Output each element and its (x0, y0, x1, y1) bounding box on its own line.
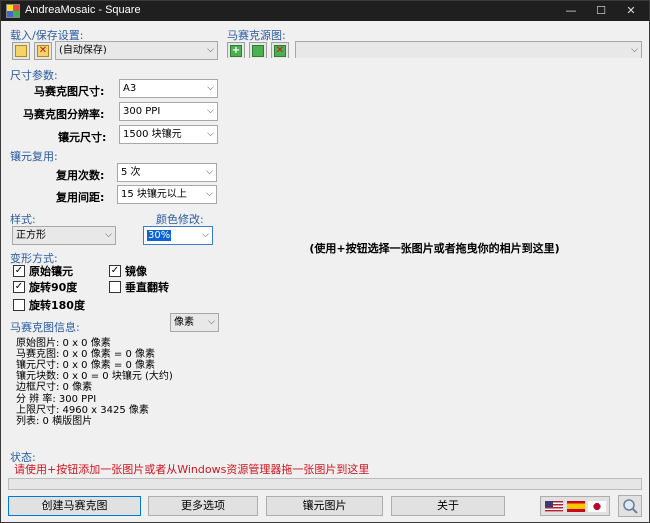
minimize-button[interactable]: — (556, 1, 586, 21)
checkbox-mirror-box[interactable]: ✓ (109, 265, 121, 277)
reuse-distance-value: 15 块镶元以上 (121, 189, 187, 200)
language-selector[interactable] (540, 496, 610, 516)
mosaic-source-heading: 马赛克源图: (227, 29, 286, 42)
chevron-down-icon: ⌵ (207, 106, 214, 116)
chevron-down-icon: ⌵ (207, 129, 214, 139)
us-flag-icon[interactable] (545, 501, 563, 512)
mosaic-size-label: 马赛克图尺寸: (34, 85, 105, 98)
spain-flag-icon[interactable] (567, 501, 585, 512)
reuse-count-value: 5 次 (121, 167, 141, 178)
checkbox-original-tile[interactable]: ✓ 原始镶元 (13, 263, 73, 279)
tile-size-select[interactable]: 1500 块镶元 ⌵ (119, 125, 218, 144)
more-options-button[interactable]: 更多选项 (148, 496, 258, 516)
tile-images-button[interactable]: 镶元图片 (266, 496, 383, 516)
load-icon (15, 45, 27, 57)
settings-preset-select[interactable]: (自动保存) ⌵ (55, 41, 218, 60)
image-drop-area[interactable]: (使用+按钮选择一张图片或者拖曳你的相片到这里) (227, 58, 642, 442)
resolution-select[interactable]: 300 PPI ⌵ (119, 102, 218, 121)
info-list: 列表: 0 横版图片 (16, 416, 93, 427)
reuse-distance-label: 复用间距: (56, 191, 105, 204)
checkbox-vertical-flip-box[interactable] (109, 281, 121, 293)
checkbox-rotate-180-label: 旋转180度 (29, 299, 85, 312)
remove-image-icon: ✕ (274, 45, 286, 57)
checkbox-mirror[interactable]: ✓ 镜像 (109, 263, 147, 279)
checkbox-rotate-90-box[interactable]: ✓ (13, 281, 25, 293)
checkbox-original-tile-box[interactable]: ✓ (13, 265, 25, 277)
style-value: 正方形 (16, 230, 46, 241)
create-mosaic-button[interactable]: 创建马赛克图 (8, 496, 141, 516)
checkbox-rotate-90-label: 旋转90度 (29, 281, 78, 294)
checkbox-original-tile-label: 原始镶元 (29, 265, 73, 278)
chevron-down-icon: ⌵ (202, 230, 209, 240)
maximize-button[interactable]: ☐ (586, 1, 616, 21)
reuse-count-select[interactable]: 5 次 ⌵ (117, 163, 217, 182)
unit-value: 像素 (174, 317, 194, 328)
chevron-down-icon: ⌵ (105, 230, 112, 240)
magnifier-icon (623, 499, 638, 514)
chevron-down-icon: ⌵ (631, 45, 638, 55)
tile-size-value: 1500 块镶元 (123, 129, 182, 140)
chevron-down-icon: ⌵ (207, 83, 214, 93)
zoom-button[interactable] (618, 495, 642, 517)
settings-preset-value: (自动保存) (59, 45, 107, 56)
style-select[interactable]: 正方形 ⌵ (12, 226, 116, 245)
color-change-select[interactable]: 30% ⌵ (143, 226, 213, 245)
app-logo-icon (6, 4, 20, 18)
reuse-count-label: 复用次数: (56, 169, 105, 182)
app-window: AndreaMosaic - Square — ☐ ✕ 载入/保存设置: ✕ (… (0, 0, 650, 523)
chevron-down-icon: ⌵ (206, 167, 213, 177)
checkbox-vertical-flip[interactable]: 垂直翻转 (109, 279, 169, 295)
checkbox-mirror-label: 镜像 (125, 265, 147, 278)
checkbox-vertical-flip-label: 垂直翻转 (125, 281, 169, 294)
japan-flag-icon[interactable] (588, 501, 606, 512)
mosaic-size-value: A3 (123, 83, 137, 94)
close-button[interactable]: ✕ (616, 1, 646, 21)
resolution-value: 300 PPI (123, 106, 161, 117)
unit-select[interactable]: 像素 ⌵ (170, 313, 219, 332)
save-settings-button[interactable]: ✕ (34, 42, 52, 60)
color-change-value: 30% (147, 230, 172, 241)
checkbox-rotate-180[interactable]: 旋转180度 (13, 297, 85, 313)
progress-bar (8, 478, 642, 490)
chevron-down-icon: ⌵ (208, 317, 215, 327)
style-heading: 样式: (10, 213, 36, 226)
tile-reuse-heading: 镶元复用: (10, 150, 58, 163)
title-bar[interactable]: AndreaMosaic - Square — ☐ ✕ (1, 1, 649, 21)
add-image-icon: + (230, 45, 242, 57)
mosaic-size-select[interactable]: A3 ⌵ (119, 79, 218, 98)
color-change-heading: 颜色修改: (156, 213, 204, 226)
load-settings-button[interactable] (12, 42, 30, 60)
size-params-heading: 尺寸参数: (10, 69, 58, 82)
drop-area-message: (使用+按钮选择一张图片或者拖曳你的相片到这里) (309, 242, 560, 255)
tile-size-label: 镶元尺寸: (58, 131, 107, 144)
resolution-label: 马赛克图分辨率: (23, 108, 105, 121)
save-icon: ✕ (37, 45, 49, 57)
checkbox-rotate-180-box[interactable] (13, 299, 25, 311)
edit-image-icon (252, 45, 264, 57)
about-button[interactable]: 关于 (391, 496, 505, 516)
reuse-distance-select[interactable]: 15 块镶元以上 ⌵ (117, 185, 217, 204)
window-title: AndreaMosaic - Square (25, 4, 141, 16)
mosaic-info-heading: 马赛克图信息: (10, 321, 80, 334)
chevron-down-icon: ⌵ (206, 189, 213, 199)
status-message: 请使用+按钮添加一张图片或者从Windows资源管理器拖一张图片到这里 (14, 463, 370, 476)
checkbox-rotate-90[interactable]: ✓ 旋转90度 (13, 279, 77, 295)
chevron-down-icon: ⌵ (207, 45, 214, 55)
